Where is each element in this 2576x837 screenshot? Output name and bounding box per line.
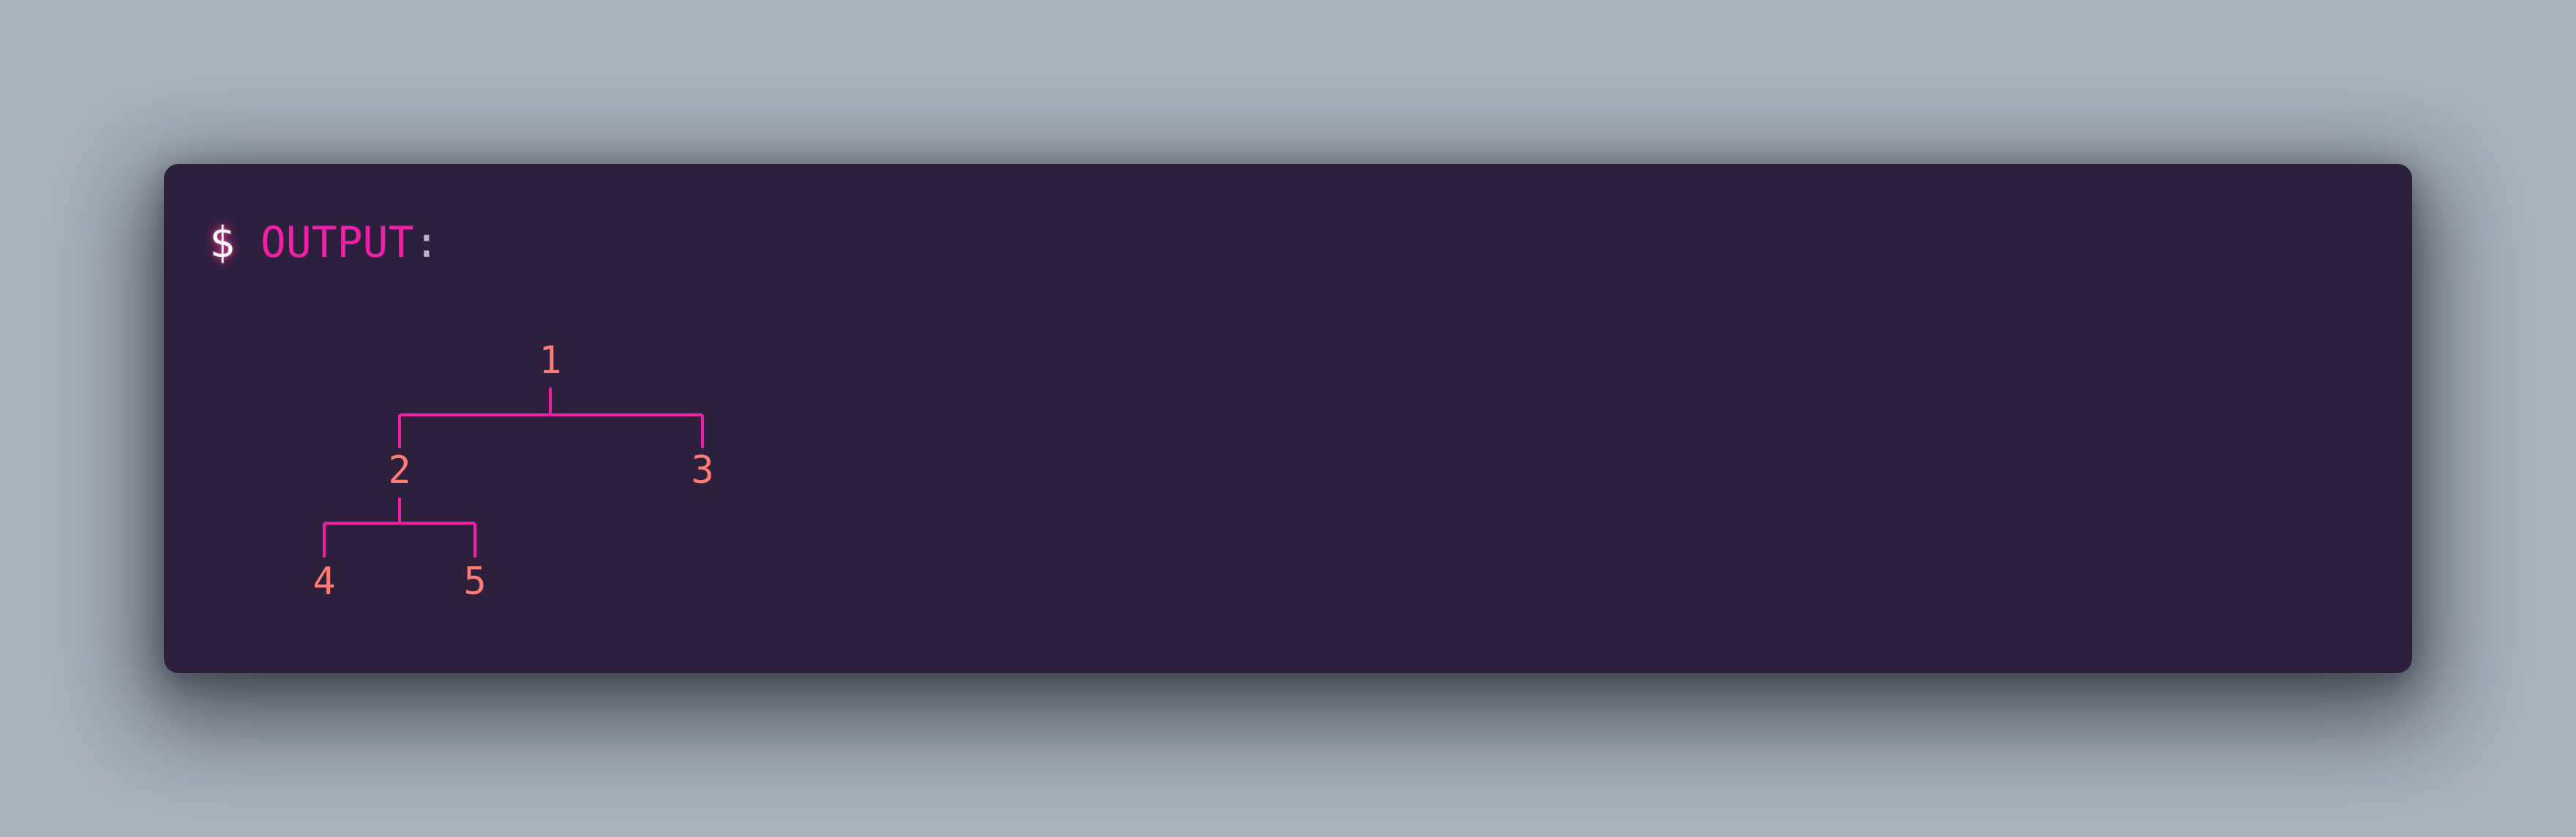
tree-node-left-left: 4	[312, 560, 335, 604]
tree-node-left: 2	[388, 448, 411, 492]
tree-node-left-right: 5	[463, 560, 486, 604]
tree-node-root: 1	[539, 339, 561, 383]
terminal-window: $ OUTPUT: 1 2 3 4 5	[164, 164, 2412, 673]
binary-tree: 1 2 3 4 5	[312, 339, 714, 604]
tree-node-right: 3	[691, 448, 714, 492]
